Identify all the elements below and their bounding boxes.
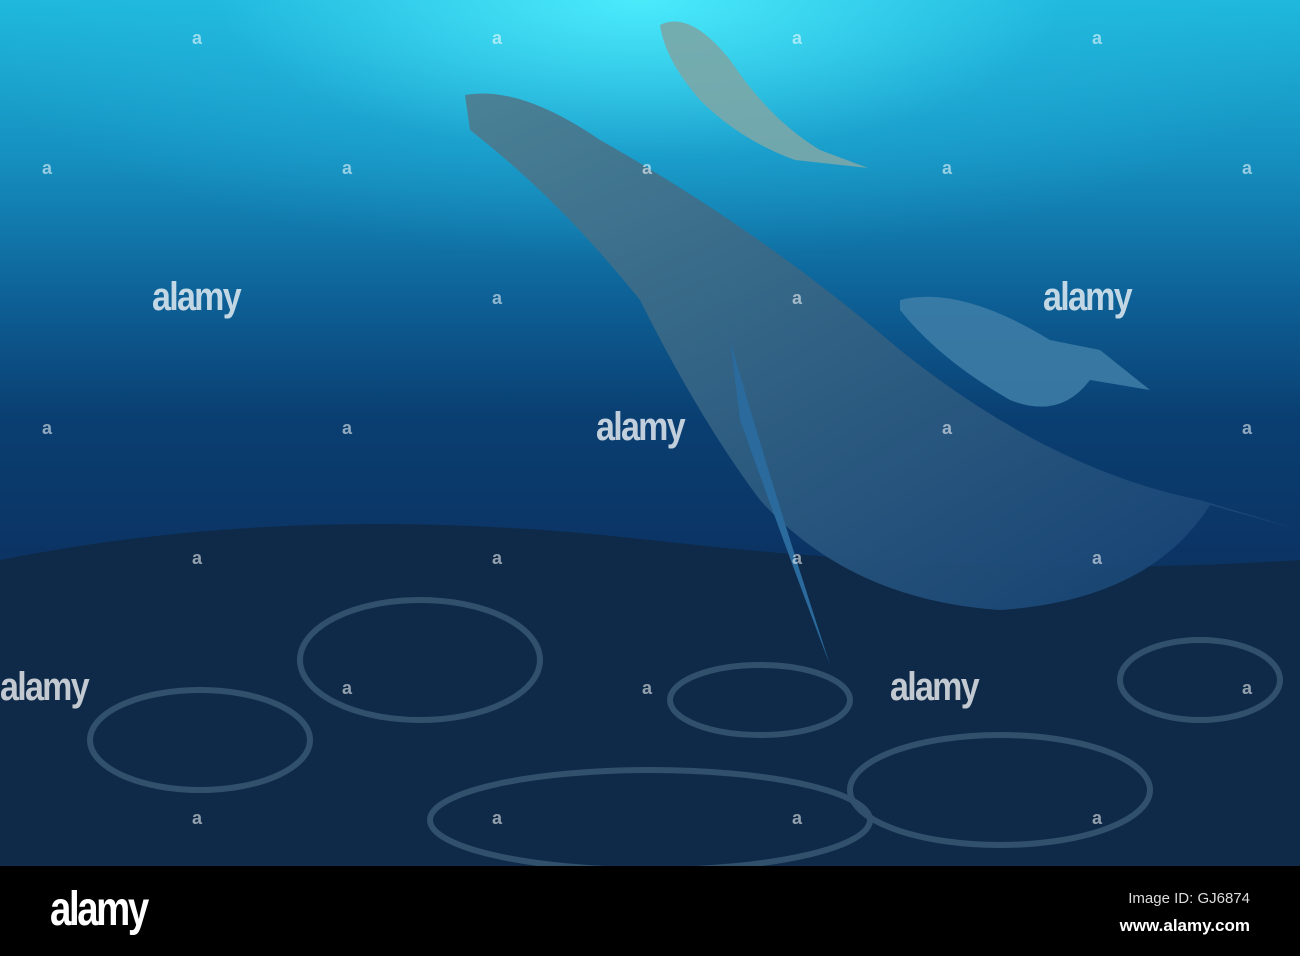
watermark-mark: a xyxy=(1092,28,1103,48)
watermark-mark: a xyxy=(492,808,503,828)
underwater-whales-photo: alamy alamy alamy alamy alamy a a a a a … xyxy=(0,0,1300,866)
watermark-mark: a xyxy=(192,28,203,48)
small-whale xyxy=(660,21,868,168)
watermark-mark: a xyxy=(42,418,53,438)
watermark-mark: a xyxy=(1242,418,1253,438)
watermark-mark: a xyxy=(1242,678,1253,698)
alamy-logo: alamy xyxy=(50,883,149,936)
watermark-mark: a xyxy=(492,288,503,308)
adult-whale xyxy=(465,93,1300,610)
watermark-mark: a xyxy=(1242,158,1253,178)
watermark-mark: a xyxy=(342,678,353,698)
watermark-mark: a xyxy=(792,548,803,568)
watermark-mark: a xyxy=(942,158,953,178)
watermark-mark: a xyxy=(192,808,203,828)
watermark: alamy xyxy=(152,275,242,319)
watermark: alamy xyxy=(0,665,90,709)
watermark-mark: a xyxy=(942,418,953,438)
watermark-mark: a xyxy=(192,548,203,568)
watermark-mark: a xyxy=(42,158,53,178)
watermark-mark: a xyxy=(1092,548,1103,568)
watermark-mark: a xyxy=(642,158,653,178)
watermark-mark: a xyxy=(492,548,503,568)
watermark-mark: a xyxy=(792,808,803,828)
watermark: alamy xyxy=(596,405,686,449)
watermark-mark: a xyxy=(642,678,653,698)
watermark-mark: a xyxy=(342,158,353,178)
watermark-mark: a xyxy=(792,288,803,308)
watermark-mark: a xyxy=(492,28,503,48)
watermark-mark: a xyxy=(792,28,803,48)
watermark: alamy xyxy=(890,665,980,709)
stock-photo: alamy alamy alamy alamy alamy a a a a a … xyxy=(0,0,1300,956)
watermark-mark: a xyxy=(342,418,353,438)
image-id: Image ID: GJ6874 xyxy=(1128,890,1250,907)
footer-bar: alamy Image ID: GJ6874 www.alamy.com xyxy=(0,866,1300,956)
website-link[interactable]: www.alamy.com xyxy=(1120,916,1250,936)
watermark-mark: a xyxy=(1092,808,1103,828)
watermark: alamy xyxy=(1043,275,1133,319)
